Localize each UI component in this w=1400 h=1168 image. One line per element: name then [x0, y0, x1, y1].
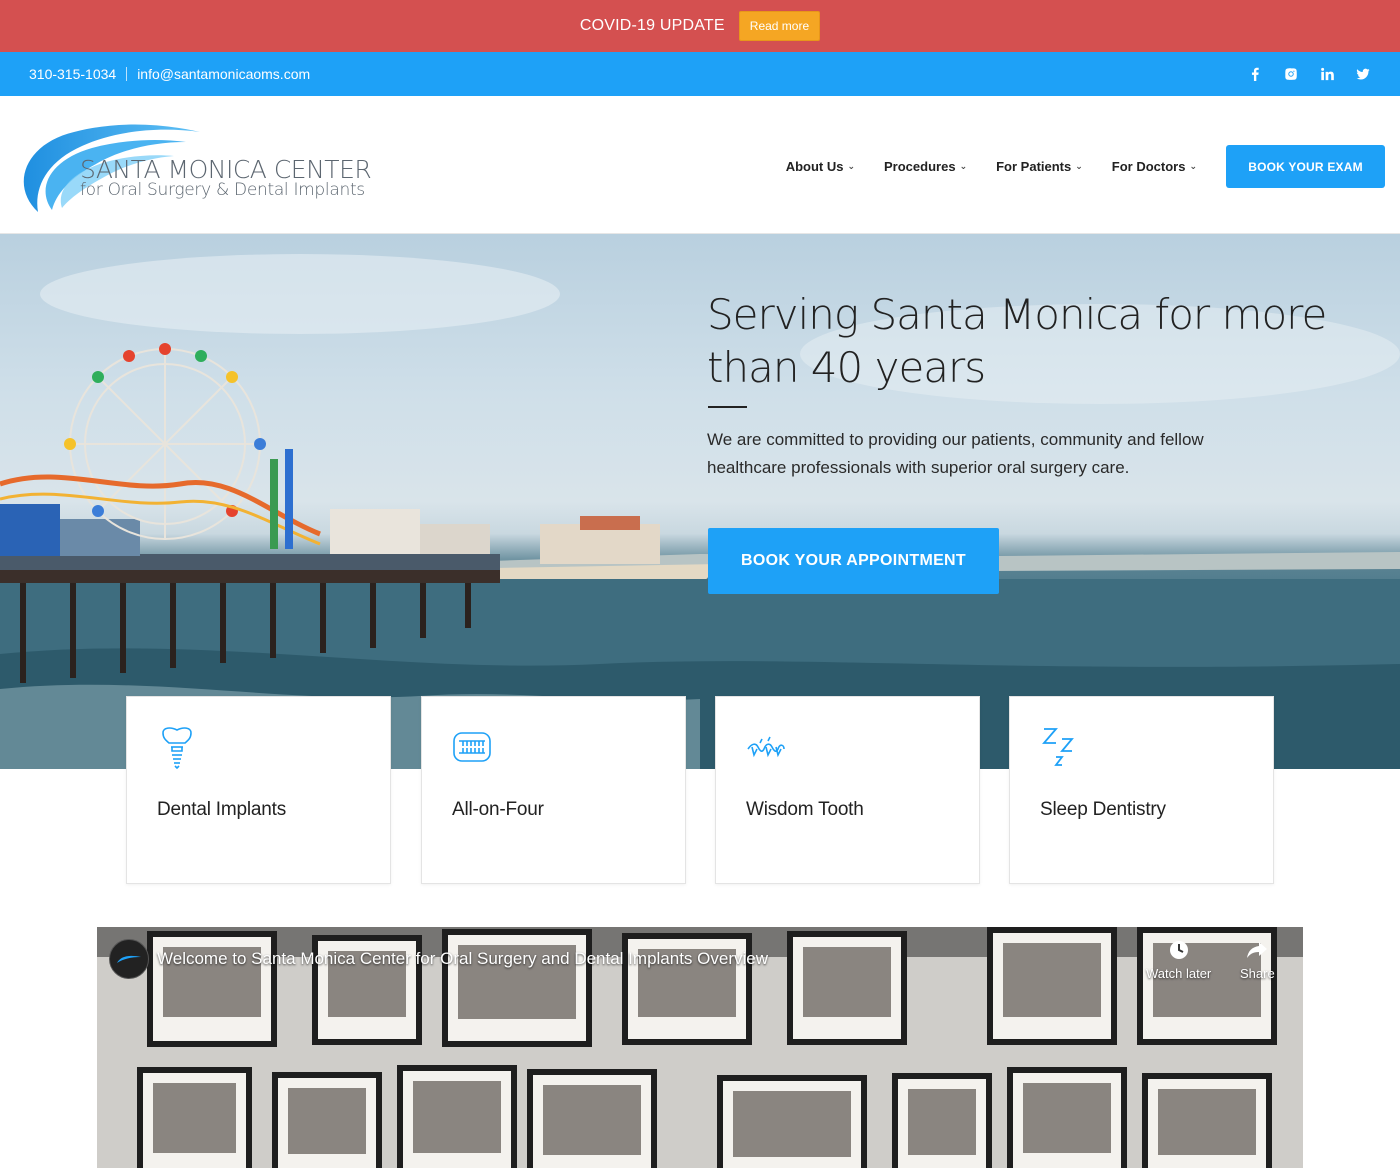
read-more-button[interactable]: Read more — [738, 11, 821, 41]
nav-label: For Patients — [996, 159, 1072, 174]
service-card-sleep-dentistry[interactable]: Sleep Dentistry — [1009, 696, 1274, 884]
contact-divider — [126, 67, 128, 81]
twitter-icon[interactable] — [1355, 66, 1371, 82]
channel-logo-icon — [117, 955, 141, 963]
chevron-down-icon: ⌄ — [1189, 161, 1197, 171]
service-label: Dental Implants — [157, 799, 287, 820]
service-card-wisdom-tooth[interactable]: Wisdom Tooth — [715, 696, 980, 884]
nav-label: For Doctors — [1111, 159, 1186, 174]
hero-divider — [708, 406, 747, 408]
linkedin-icon[interactable] — [1319, 66, 1335, 82]
facebook-icon[interactable] — [1247, 66, 1263, 82]
service-label: Wisdom Tooth — [746, 799, 864, 820]
share-label: Share — [1240, 966, 1275, 981]
main-nav: About Us ⌄ Procedures ⌄ For Patients ⌄ F… — [786, 159, 1197, 174]
chevron-down-icon: ⌄ — [1075, 161, 1083, 171]
hero-title: Serving Santa Monica for more than 40 ye… — [707, 290, 1327, 392]
watch-later-button[interactable]: Watch later — [1146, 939, 1211, 981]
dental-implant-icon — [157, 725, 197, 770]
site-logo[interactable]: SANTA MONICA CENTER for Oral Surgery & D… — [16, 116, 372, 216]
video-title[interactable]: Welcome to Santa Monica Center for Oral … — [157, 949, 768, 969]
share-icon — [1246, 939, 1268, 961]
service-label: Sleep Dentistry — [1040, 799, 1166, 820]
nav-label: Procedures — [884, 159, 956, 174]
covid-title: COVID-19 UPDATE — [579, 17, 725, 34]
book-exam-button[interactable]: BOOK YOUR EXAM — [1226, 145, 1385, 188]
contact-bar: 310-315-1034 info@santamonicaoms.com — [0, 52, 1400, 96]
nav-about-us[interactable]: About Us ⌄ — [786, 159, 855, 174]
service-card-all-on-four[interactable]: All-on-Four — [421, 696, 686, 884]
nav-for-doctors[interactable]: For Doctors ⌄ — [1112, 159, 1197, 174]
covid-banner: COVID-19 UPDATE Read more — [0, 0, 1400, 52]
contact-info: 310-315-1034 info@santamonicaoms.com — [29, 66, 310, 82]
chevron-down-icon: ⌄ — [959, 161, 968, 171]
chevron-down-icon: ⌄ — [847, 161, 856, 171]
nav-procedures[interactable]: Procedures ⌄ — [884, 159, 967, 174]
book-appointment-button[interactable]: BOOK YOUR APPOINTMENT — [708, 528, 999, 594]
channel-avatar[interactable] — [109, 939, 149, 979]
service-label: All-on-Four — [452, 799, 544, 820]
email-link[interactable]: info@santamonicaoms.com — [137, 66, 310, 82]
sleep-zzz-icon — [1040, 725, 1080, 769]
site-header: SANTA MONICA CENTER for Oral Surgery & D… — [0, 96, 1400, 234]
logo-subtitle: for Oral Surgery & Dental Implants — [80, 180, 365, 200]
share-button[interactable]: Share — [1240, 939, 1275, 981]
instagram-icon[interactable] — [1283, 66, 1299, 82]
dentures-icon — [452, 725, 492, 769]
video-player[interactable]: Welcome to Santa Monica Center for Oral … — [97, 927, 1303, 1168]
phone-link[interactable]: 310-315-1034 — [29, 66, 116, 82]
nav-for-patients[interactable]: For Patients ⌄ — [996, 159, 1083, 174]
watch-later-label: Watch later — [1146, 966, 1212, 981]
social-links — [1247, 66, 1371, 82]
hero-description: We are committed to providing our patien… — [707, 430, 1204, 477]
wisdom-tooth-icon — [746, 725, 786, 769]
service-card-dental-implants[interactable]: Dental Implants — [126, 696, 391, 884]
hero-section: Serving Santa Monica for more than 40 ye… — [0, 234, 1400, 769]
clock-icon — [1168, 939, 1190, 961]
nav-label: About Us — [785, 159, 844, 174]
